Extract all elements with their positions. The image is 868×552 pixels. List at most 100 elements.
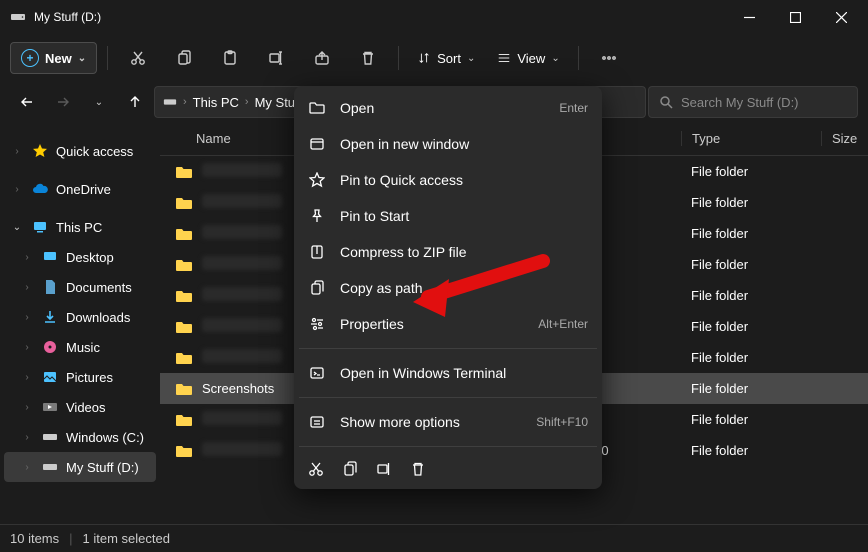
folder-icon: [172, 382, 196, 396]
forward-button[interactable]: [46, 85, 80, 119]
music-icon: [42, 339, 58, 355]
search-placeholder: Search My Stuff (D:): [681, 95, 799, 110]
annotation-arrow: [413, 255, 553, 315]
delete-button[interactable]: [348, 40, 388, 76]
download-icon: [42, 309, 58, 325]
file-type: File folder: [681, 164, 821, 179]
share-button[interactable]: [302, 40, 342, 76]
sidebar-item-onedrive[interactable]: › OneDrive: [4, 174, 156, 204]
folder-icon: [172, 289, 196, 303]
folder-open-icon: [309, 100, 325, 116]
copy-button[interactable]: [164, 40, 204, 76]
recent-button[interactable]: ⌄: [82, 85, 116, 119]
ctx-show-more[interactable]: Show more options Shift+F10: [294, 404, 602, 440]
file-type: File folder: [681, 226, 821, 241]
up-button[interactable]: [118, 85, 152, 119]
terminal-icon: [309, 365, 325, 381]
chevron-down-icon: ⌄: [551, 53, 559, 64]
cut-icon[interactable]: [308, 461, 324, 477]
sidebar-item-my-stuff-d[interactable]: › My Stuff (D:): [4, 452, 156, 482]
drive-icon: [42, 459, 58, 475]
more-button[interactable]: [589, 40, 629, 76]
more-options-icon: [309, 414, 325, 430]
window-title: My Stuff (D:): [34, 10, 101, 24]
new-button-label: New: [45, 51, 72, 66]
minimize-button[interactable]: [726, 1, 772, 33]
cut-button[interactable]: [118, 40, 158, 76]
file-type: File folder: [681, 350, 821, 365]
folder-icon: [172, 165, 196, 179]
sidebar-item-documents[interactable]: › Documents: [4, 272, 156, 302]
status-bar: 10 items | 1 item selected: [0, 524, 868, 552]
file-type: File folder: [681, 319, 821, 334]
document-icon: [42, 279, 58, 295]
status-items: 10 items: [10, 531, 59, 546]
toolbar: + New ⌄ Sort ⌄ View ⌄: [0, 34, 868, 82]
folder-icon: [172, 258, 196, 272]
file-type: File folder: [681, 381, 821, 396]
sidebar-item-videos[interactable]: › Videos: [4, 392, 156, 422]
sidebar-item-this-pc[interactable]: ⌄ This PC: [4, 212, 156, 242]
status-selected: 1 item selected: [83, 531, 170, 546]
pc-icon: [32, 219, 48, 235]
delete-icon[interactable]: [410, 461, 426, 477]
drive-icon: [10, 9, 26, 25]
paste-button[interactable]: [210, 40, 250, 76]
pin-icon: [309, 208, 325, 224]
new-window-icon: [309, 136, 325, 152]
sidebar-item-pictures[interactable]: › Pictures: [4, 362, 156, 392]
zip-icon: [309, 244, 325, 260]
breadcrumb-item[interactable]: This PC: [193, 95, 239, 110]
sidebar: › Quick access › OneDrive ⌄ This PC › De…: [0, 122, 160, 524]
search-input[interactable]: Search My Stuff (D:): [648, 86, 858, 118]
star-icon: [309, 172, 325, 188]
folder-icon: [172, 227, 196, 241]
file-type: File folder: [681, 412, 821, 427]
rename-button[interactable]: [256, 40, 296, 76]
folder-icon: [172, 413, 196, 427]
new-button[interactable]: + New ⌄: [10, 42, 97, 74]
sidebar-item-quick-access[interactable]: › Quick access: [4, 136, 156, 166]
copy-path-icon: [309, 280, 325, 296]
file-type: File folder: [681, 443, 821, 458]
sort-button[interactable]: Sort ⌄: [409, 45, 483, 72]
picture-icon: [42, 369, 58, 385]
view-label: View: [517, 51, 545, 66]
ctx-open-terminal[interactable]: Open in Windows Terminal: [294, 355, 602, 391]
sidebar-item-desktop[interactable]: › Desktop: [4, 242, 156, 272]
ctx-pin-quick[interactable]: Pin to Quick access: [294, 162, 602, 198]
drive-icon: [163, 95, 177, 109]
folder-icon: [172, 444, 196, 458]
column-size[interactable]: Size: [821, 131, 862, 146]
view-button[interactable]: View ⌄: [489, 45, 567, 72]
file-type: File folder: [681, 257, 821, 272]
desktop-icon: [42, 249, 58, 265]
folder-icon: [172, 351, 196, 365]
file-type: File folder: [681, 288, 821, 303]
ctx-pin-start[interactable]: Pin to Start: [294, 198, 602, 234]
sidebar-item-music[interactable]: › Music: [4, 332, 156, 362]
close-button[interactable]: [818, 1, 864, 33]
ctx-open[interactable]: Open Enter: [294, 90, 602, 126]
video-icon: [42, 399, 58, 415]
folder-icon: [172, 320, 196, 334]
file-type: File folder: [681, 195, 821, 210]
rename-icon[interactable]: [376, 461, 392, 477]
properties-icon: [309, 316, 325, 332]
ctx-open-new-window[interactable]: Open in new window: [294, 126, 602, 162]
cloud-icon: [32, 181, 48, 197]
search-icon: [659, 95, 673, 109]
ctx-action-row: [294, 453, 602, 485]
copy-icon[interactable]: [342, 461, 358, 477]
chevron-down-icon: ⌄: [467, 53, 475, 64]
sidebar-item-downloads[interactable]: › Downloads: [4, 302, 156, 332]
chevron-down-icon: ⌄: [78, 53, 86, 64]
folder-icon: [172, 196, 196, 210]
star-icon: [32, 143, 48, 159]
titlebar: My Stuff (D:): [0, 0, 868, 34]
drive-icon: [42, 429, 58, 445]
column-type[interactable]: Type: [681, 131, 821, 146]
maximize-button[interactable]: [772, 1, 818, 33]
back-button[interactable]: [10, 85, 44, 119]
sidebar-item-windows-c[interactable]: › Windows (C:): [4, 422, 156, 452]
